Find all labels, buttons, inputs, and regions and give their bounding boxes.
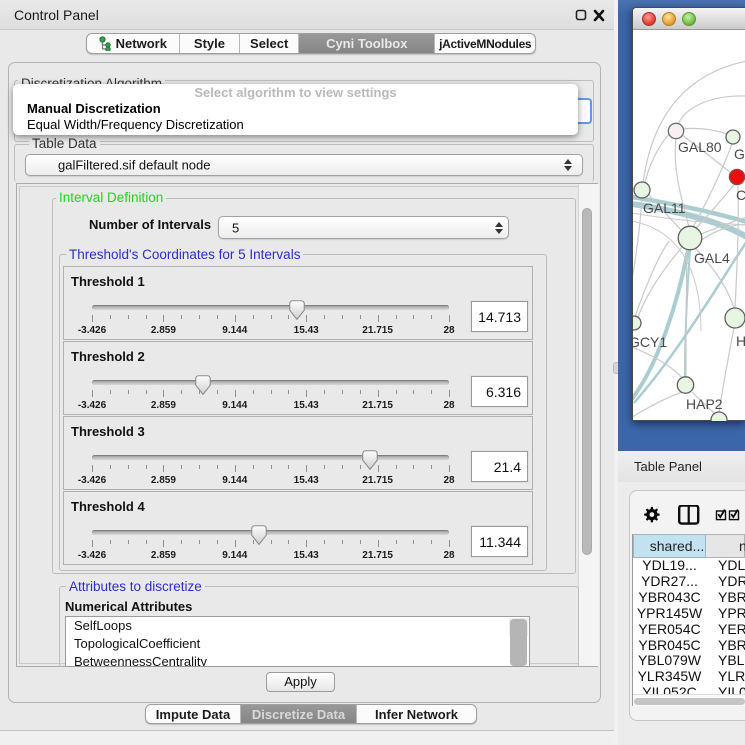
svg-text:HAP2: HAP2 [686, 396, 723, 412]
svg-text:H: H [736, 333, 745, 349]
svg-text:GAL80: GAL80 [678, 139, 722, 155]
svg-text:GCY1: GCY1 [633, 334, 667, 350]
svg-text:GAL4: GAL4 [694, 250, 730, 266]
svg-text:C: C [736, 187, 745, 203]
svg-text:GAL11: GAL11 [643, 200, 686, 216]
svg-text:G.: G. [734, 146, 745, 162]
